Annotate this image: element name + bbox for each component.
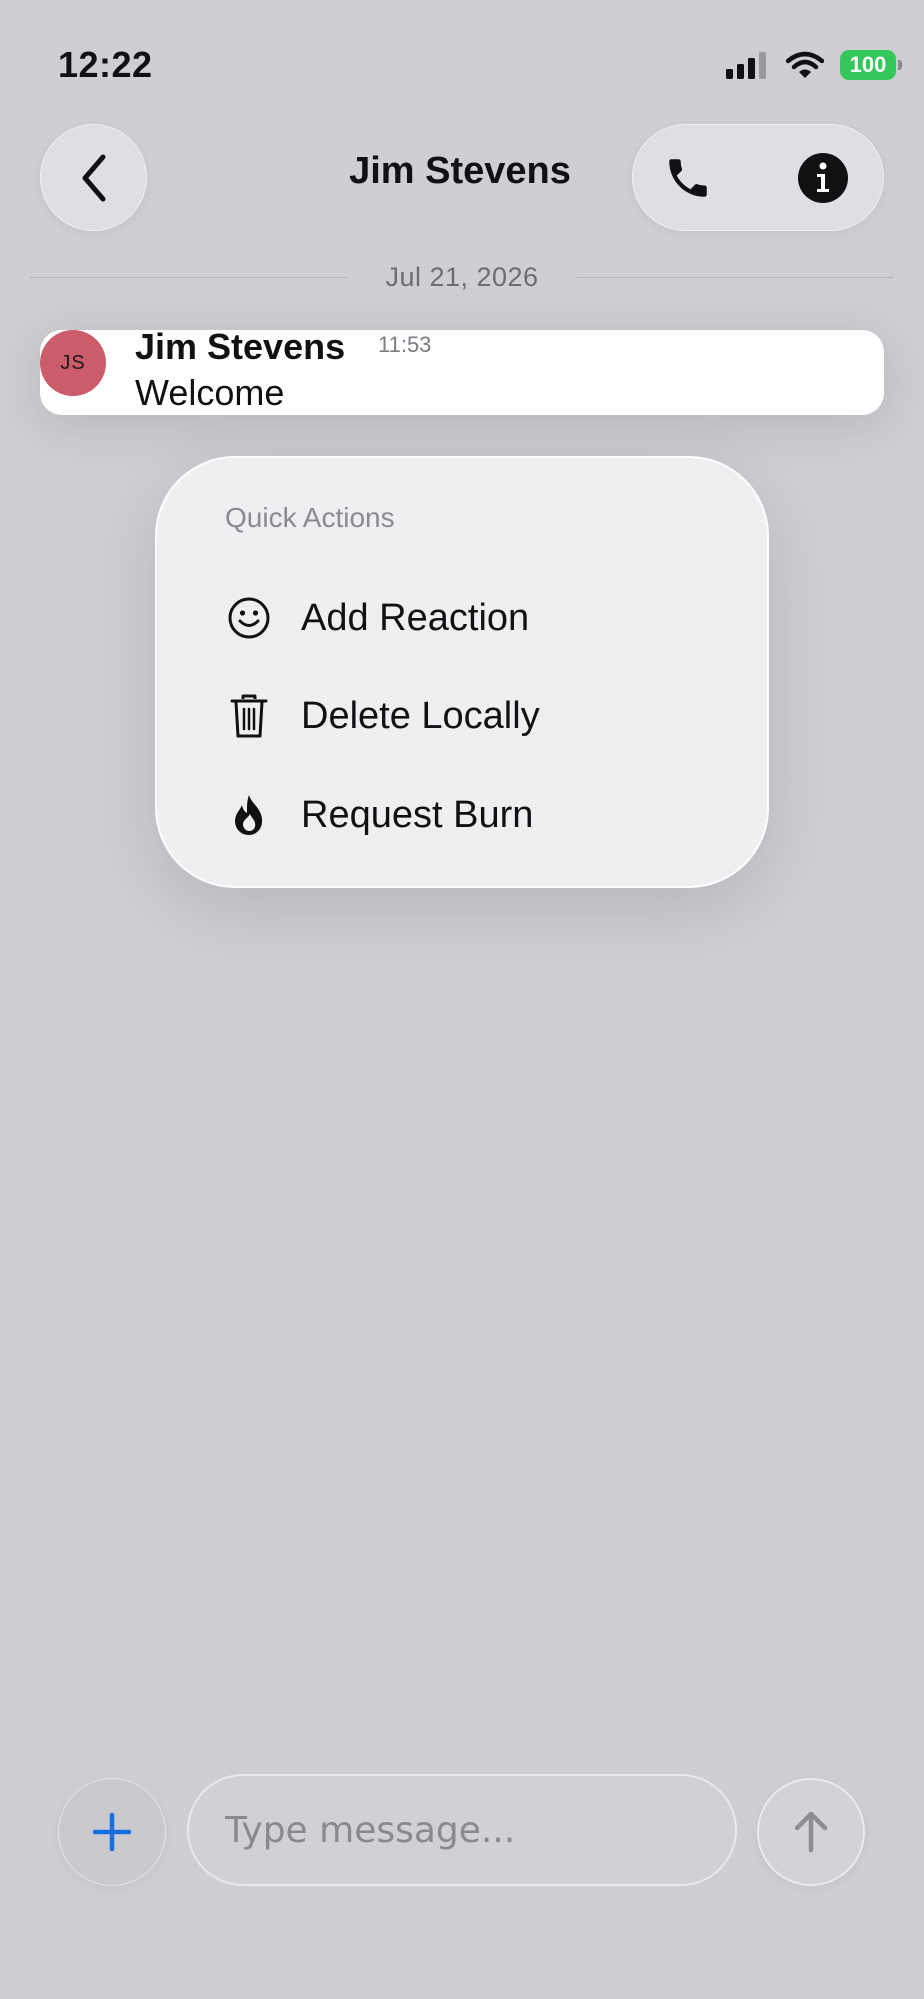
cellular-signal-icon [726,52,766,79]
send-button[interactable] [757,1778,865,1886]
add-attachment-button[interactable] [58,1778,166,1886]
status-time: 12:22 [58,44,153,85]
message-input[interactable] [187,1774,737,1886]
smiley-icon [225,594,273,642]
avatar[interactable]: JS [40,330,106,396]
contact-name-title: Jim Stevens [349,150,571,192]
status-bar: 12:22 100 [0,0,924,120]
back-button[interactable] [40,124,147,231]
add-reaction-label: Add Reaction [301,596,530,639]
message-time: 11:53 [378,332,432,357]
message-row[interactable]: JS Jim Stevens 11:53 Welcome [40,326,884,415]
delete-locally-label: Delete Locally [301,694,540,737]
flame-icon [225,791,273,839]
header-actions [632,124,884,231]
date-label: Jul 21, 2026 [385,262,539,292]
message-text: Welcome [135,372,285,413]
date-divider: Jul 21, 2026 [30,262,894,293]
status-icons: 100 [726,50,902,80]
back-chevron-icon [82,154,105,201]
phone-icon[interactable] [663,153,713,203]
quick-actions-menu: Quick Actions Add Reaction Delete Locall… [155,456,769,888]
add-reaction-button[interactable]: Add Reaction [225,588,529,648]
quick-actions-title: Quick Actions [225,502,395,533]
trash-icon [225,692,273,740]
request-burn-button[interactable]: Request Burn [225,785,533,845]
send-arrow-icon [794,1811,828,1853]
plus-icon [92,1812,132,1852]
delete-locally-button[interactable]: Delete Locally [225,686,540,746]
divider-line-left [30,276,348,279]
message-sender: Jim Stevens [135,326,346,367]
request-burn-label: Request Burn [301,793,534,836]
wifi-icon [786,51,824,78]
info-icon[interactable] [797,152,849,204]
battery-icon: 100 [840,50,902,80]
battery-level: 100 [849,52,887,77]
divider-line-right [576,276,894,279]
